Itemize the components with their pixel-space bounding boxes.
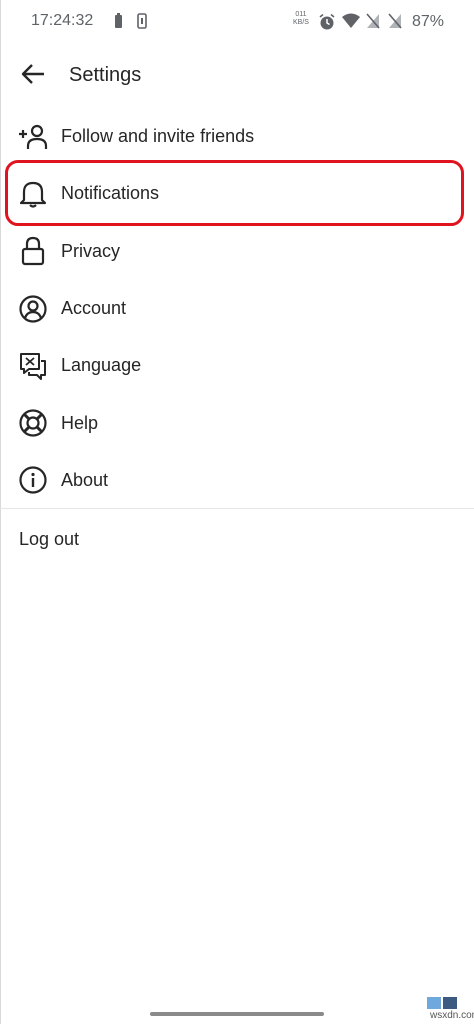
menu-item-about[interactable]: About — [0, 452, 474, 509]
menu-item-help[interactable]: Help — [0, 394, 474, 451]
network-speed: 011 KB/S — [293, 11, 309, 26]
menu-item-follow-invite[interactable]: Follow and invite friends — [0, 108, 474, 165]
translate-icon — [17, 350, 49, 382]
phone-sync-icon — [137, 13, 147, 34]
status-time: 17:24:32 — [31, 12, 94, 29]
arrow-left-icon — [21, 63, 45, 90]
menu-item-label: Notifications — [61, 183, 160, 204]
watermark-text: wsxdn.com — [430, 1010, 474, 1021]
menu-item-label: Language — [61, 355, 142, 376]
menu-item-account[interactable]: Account — [0, 280, 474, 337]
wifi-icon — [342, 13, 360, 34]
settings-menu: Follow and invite friends Notifications … — [0, 108, 474, 509]
menu-item-notifications[interactable]: Notifications — [0, 165, 474, 222]
menu-item-label: Account — [61, 298, 127, 319]
divider — [0, 508, 474, 509]
account-icon — [17, 293, 49, 325]
battery-saver-icon — [114, 13, 123, 34]
bell-icon — [17, 178, 49, 210]
menu-item-language[interactable]: Language — [0, 337, 474, 394]
logout-button[interactable]: Log out — [19, 529, 79, 550]
menu-item-label: Follow and invite friends — [61, 126, 255, 147]
add-person-icon — [17, 121, 49, 153]
status-bar: 17:24:32 011 KB/S 87% — [0, 0, 474, 44]
menu-item-privacy[interactable]: Privacy — [0, 223, 474, 280]
info-icon — [17, 464, 49, 496]
menu-item-label: Help — [61, 412, 99, 433]
header: Settings — [0, 48, 474, 104]
menu-item-label: Privacy — [61, 240, 121, 261]
menu-item-label: About — [61, 469, 109, 490]
no-sim-icon — [388, 13, 402, 34]
back-button[interactable] — [18, 62, 48, 90]
alarm-icon — [318, 13, 336, 36]
page-title: Settings — [69, 64, 142, 86]
no-sim-icon — [366, 13, 380, 34]
battery-percent: 87% — [412, 13, 445, 30]
lock-icon — [17, 235, 49, 267]
lifebuoy-icon — [17, 407, 49, 439]
home-indicator[interactable] — [150, 1012, 324, 1016]
